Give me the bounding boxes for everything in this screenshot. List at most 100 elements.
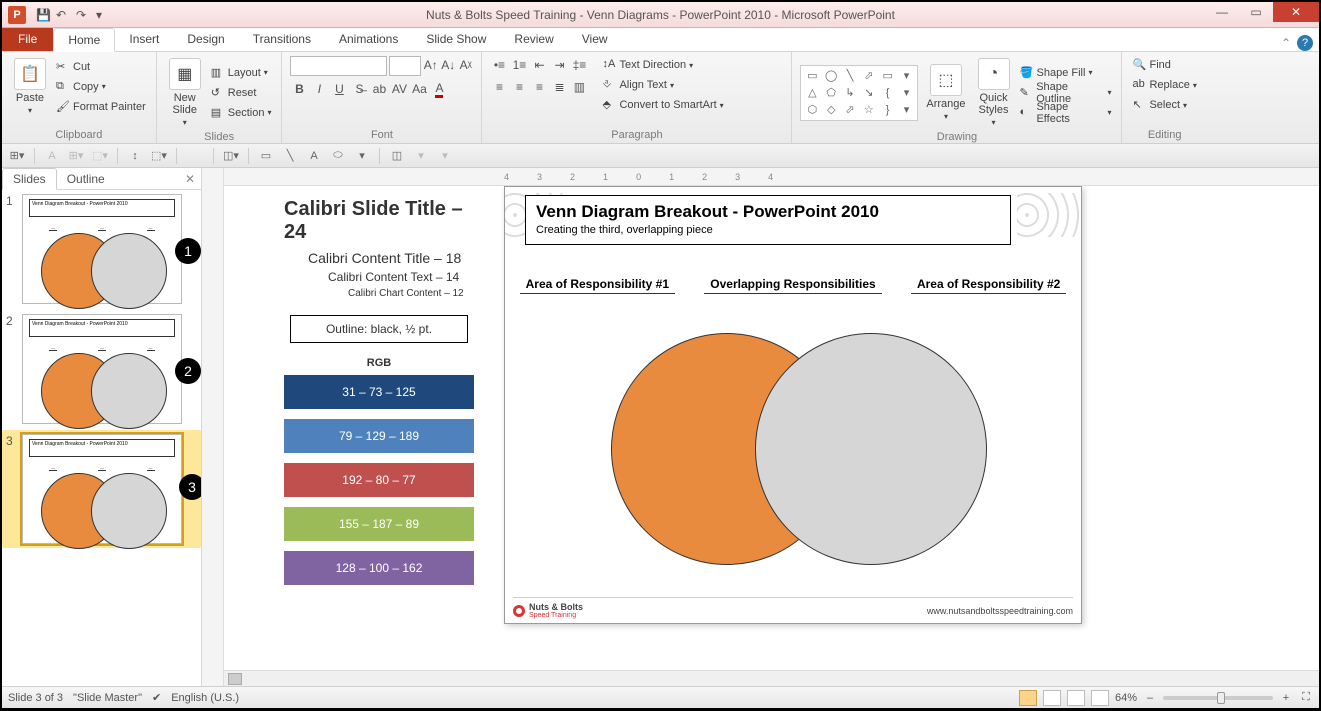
addin-tool[interactable]: ▾ — [412, 147, 430, 165]
minimize-button[interactable]: — — [1205, 2, 1239, 22]
new-slide-button[interactable]: ▦ New Slide ▾ — [165, 56, 205, 129]
zoom-in-button[interactable]: + — [1279, 692, 1293, 704]
outline-tab[interactable]: Outline — [57, 169, 115, 189]
align-right-button[interactable]: ≡ — [530, 78, 548, 96]
arrange-button[interactable]: ⬚Arrange▾ — [922, 62, 969, 123]
paste-button[interactable]: 📋 Paste ▾ — [10, 56, 50, 117]
pane-close-icon[interactable]: ✕ — [179, 172, 201, 186]
addin-tool[interactable]: ◫▾ — [222, 147, 240, 165]
align-center-button[interactable]: ≡ — [510, 78, 528, 96]
addin-tool[interactable]: ⊞▾ — [67, 147, 85, 165]
grow-font-button[interactable]: A↑ — [423, 56, 439, 74]
addin-tool[interactable]: ◫ — [388, 147, 406, 165]
venn-circle-2[interactable] — [755, 333, 987, 565]
clear-formatting-button[interactable]: Aᵡ — [458, 56, 474, 74]
shapes-gallery[interactable]: ▭◯╲⬀▭▾ △⬠↳↘{▾ ⬡◇⬀☆}▾ — [800, 65, 918, 121]
addin-tool[interactable]: ⬭ — [329, 147, 347, 165]
zoom-slider[interactable] — [1163, 696, 1273, 700]
addin-tool[interactable]: ⬚▾ — [91, 147, 109, 165]
find-button[interactable]: 🔍Find — [1130, 56, 1198, 74]
tab-review[interactable]: Review — [500, 27, 567, 51]
shrink-font-button[interactable]: A↓ — [440, 56, 456, 74]
columns-button[interactable]: ▥ — [570, 78, 588, 96]
slide-title-box[interactable]: Venn Diagram Breakout - PowerPoint 2010 … — [525, 195, 1011, 245]
bullets-button[interactable]: •≡ — [490, 56, 508, 74]
italic-button[interactable]: I — [310, 80, 328, 98]
replace-button[interactable]: abReplace▾ — [1130, 76, 1198, 94]
quick-styles-button[interactable]: ◔Quick Styles▾ — [974, 56, 1014, 129]
dec-indent-button[interactable]: ⇤ — [530, 56, 548, 74]
thumbnail-1[interactable]: 1 Venn Diagram Breakout - PowerPoint 201… — [6, 194, 197, 304]
underline-button[interactable]: U — [330, 80, 348, 98]
shape-effects-button[interactable]: ◐Shape Effects▾ — [1018, 104, 1114, 122]
convert-smartart-button[interactable]: ⬘Convert to SmartArt▾ — [600, 96, 725, 114]
format-painter-button[interactable]: 🖌Format Painter — [54, 98, 148, 116]
horizontal-scrollbar[interactable] — [224, 670, 1319, 686]
file-tab[interactable]: File — [2, 27, 53, 51]
addin-tool[interactable]: ▾ — [353, 147, 371, 165]
venn-label-2[interactable]: Area of Responsibility #2 — [911, 277, 1066, 294]
addin-tool[interactable]: ⬚▾ — [150, 147, 168, 165]
addin-tool[interactable]: ↕ — [126, 147, 144, 165]
slides-tab[interactable]: Slides — [2, 168, 57, 190]
venn-label-overlap[interactable]: Overlapping Responsibilities — [704, 277, 881, 294]
addin-tool[interactable]: A — [305, 147, 323, 165]
shape-fill-button[interactable]: 🪣Shape Fill▾ — [1018, 64, 1114, 82]
reset-button[interactable]: ↺Reset — [209, 84, 274, 102]
tab-view[interactable]: View — [568, 27, 622, 51]
spellcheck-icon[interactable]: ✔ — [152, 691, 161, 704]
help-icon[interactable]: ? — [1297, 35, 1313, 51]
thumbnail-2[interactable]: 2 Venn Diagram Breakout - PowerPoint 201… — [6, 314, 197, 424]
maximize-button[interactable]: ▭ — [1239, 2, 1273, 22]
layout-button[interactable]: ▥Layout▾ — [209, 64, 274, 82]
tab-transitions[interactable]: Transitions — [239, 27, 325, 51]
shadow-button[interactable]: ab — [370, 80, 388, 98]
tab-insert[interactable]: Insert — [115, 27, 173, 51]
status-language[interactable]: English (U.S.) — [171, 692, 239, 704]
tab-animations[interactable]: Animations — [325, 27, 412, 51]
fit-window-button[interactable]: ⛶ — [1299, 691, 1313, 704]
venn-label-1[interactable]: Area of Responsibility #1 — [520, 277, 675, 294]
save-icon[interactable]: 💾 — [36, 8, 50, 22]
bold-button[interactable]: B — [290, 80, 308, 98]
tab-home[interactable]: Home — [53, 28, 115, 52]
text-direction-button[interactable]: ↕AText Direction▾ — [600, 56, 725, 74]
qat-more-icon[interactable]: ▾ — [96, 8, 110, 22]
slide[interactable]: Venn Diagram Breakout - PowerPoint 2010 … — [504, 186, 1082, 624]
char-spacing-button[interactable]: AV — [390, 80, 408, 98]
line-spacing-button[interactable]: ‡≡ — [570, 56, 588, 74]
redo-icon[interactable]: ↷ — [76, 8, 90, 22]
font-size-select[interactable] — [389, 56, 421, 76]
section-button[interactable]: ▤Section▾ — [209, 104, 274, 122]
addin-tool[interactable]: ▭ — [257, 147, 275, 165]
addin-tool[interactable]: ▾ — [436, 147, 454, 165]
close-button[interactable]: ✕ — [1273, 2, 1319, 22]
select-button[interactable]: ↖Select▾ — [1130, 96, 1198, 114]
zoom-out-button[interactable]: – — [1143, 692, 1157, 704]
copy-button[interactable]: ⧉Copy▾ — [54, 78, 148, 96]
ribbon-minimize-icon[interactable]: ⌃ — [1281, 36, 1291, 50]
change-case-button[interactable]: Aa — [410, 80, 428, 98]
addin-tool[interactable]: ╲ — [281, 147, 299, 165]
numbering-button[interactable]: 1≡ — [510, 56, 528, 74]
inc-indent-button[interactable]: ⇥ — [550, 56, 568, 74]
font-color-button[interactable]: A — [430, 80, 448, 98]
sorter-view-button[interactable] — [1043, 690, 1061, 706]
tab-design[interactable]: Design — [173, 27, 238, 51]
tab-slideshow[interactable]: Slide Show — [412, 27, 500, 51]
undo-icon[interactable]: ↶ — [56, 8, 70, 22]
addin-tool[interactable]: ⊞▾ — [8, 147, 26, 165]
reading-view-button[interactable] — [1067, 690, 1085, 706]
align-text-button[interactable]: ⎀Align Text▾ — [600, 76, 725, 94]
addin-tool[interactable]: A — [43, 147, 61, 165]
strike-button[interactable]: S̶ — [350, 80, 368, 98]
slideshow-view-button[interactable] — [1091, 690, 1109, 706]
justify-button[interactable]: ≣ — [550, 78, 568, 96]
normal-view-button[interactable] — [1019, 690, 1037, 706]
font-family-select[interactable] — [290, 56, 386, 76]
thumbnail-3[interactable]: 3 Venn Diagram Breakout - PowerPoint 201… — [2, 430, 201, 548]
align-left-button[interactable]: ≡ — [490, 78, 508, 96]
cut-button[interactable]: ✂Cut — [54, 58, 148, 76]
shape-outline-button[interactable]: ✎Shape Outline▾ — [1018, 84, 1114, 102]
slide-canvas[interactable]: Calibri Slide Title – 24 Calibri Content… — [224, 186, 1319, 670]
